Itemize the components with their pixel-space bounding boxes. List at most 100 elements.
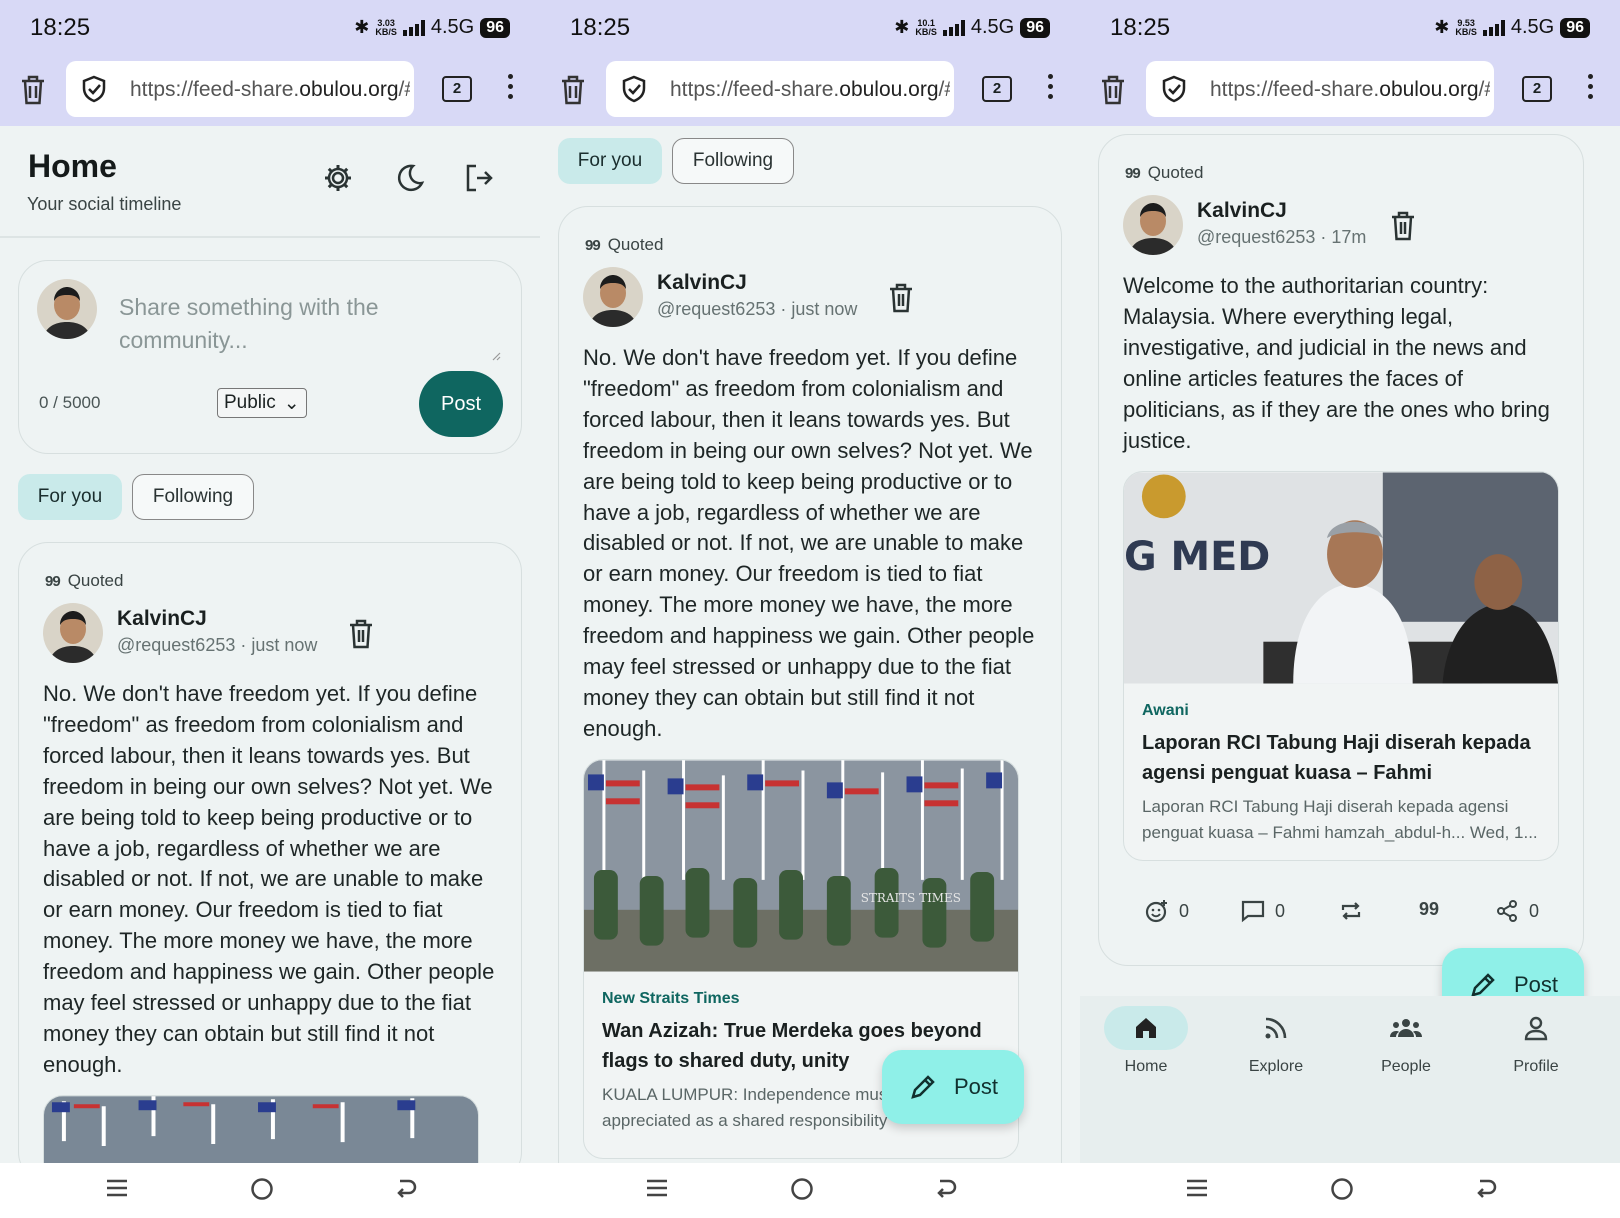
- logout-icon[interactable]: [463, 162, 495, 194]
- tab-following[interactable]: Following: [672, 138, 794, 184]
- nav-people[interactable]: People: [1356, 1006, 1456, 1076]
- overflow-menu-icon[interactable]: [508, 74, 514, 104]
- avatar[interactable]: [1123, 195, 1183, 255]
- home-circle-icon[interactable]: [790, 1177, 814, 1201]
- battery-icon: 96: [1020, 17, 1050, 38]
- system-navigation-bar: [540, 1163, 1080, 1218]
- tab-switcher-button[interactable]: 2: [442, 76, 472, 102]
- react-button[interactable]: 0: [1145, 899, 1189, 923]
- recent-apps-icon[interactable]: [1186, 1177, 1208, 1199]
- svg-text:STRAITS TIMES: STRAITS TIMES: [861, 891, 961, 905]
- page-subtitle: Your social timeline: [27, 194, 182, 214]
- profile-icon: [1524, 1016, 1548, 1041]
- network-type: 4.5G: [970, 16, 1015, 38]
- tab-switcher-button[interactable]: 2: [982, 76, 1012, 102]
- post-card: 99 Quoted KalvinCJ @request6253 · just no…: [558, 206, 1062, 1163]
- network-speed: 10.1 KB/S: [915, 17, 937, 37]
- visibility-select[interactable]: Public ⌄: [217, 388, 307, 418]
- tab-switcher-button[interactable]: 2: [1522, 76, 1552, 102]
- browser-toolbar: https://feed-share.obulou.org/# 2: [1080, 56, 1620, 126]
- three-screenshot-strip: 18:25 ✱ 3.03 KB/S 4.5G 96 https://feed-sh…: [0, 0, 1620, 1218]
- status-bar: 18:25 ✱ 10.1 KB/S 4.5G 96: [540, 0, 1080, 56]
- system-navigation-bar: [0, 1163, 540, 1218]
- battery-icon: 96: [480, 17, 510, 38]
- tab-following[interactable]: Following: [132, 474, 254, 520]
- url-text: https://feed-share.obulou.org/#: [1210, 78, 1490, 101]
- url-bar[interactable]: https://feed-share.obulou.org/#: [66, 61, 414, 117]
- post-text: No. We don't have freedom yet. If you de…: [43, 681, 495, 1077]
- post-composer: Share something with the community... 0 …: [18, 260, 522, 454]
- url-bar[interactable]: https://feed-share.obulou.org/#: [1146, 61, 1494, 117]
- avatar: [37, 279, 97, 339]
- shield-icon[interactable]: [80, 75, 108, 103]
- resize-grip-icon[interactable]: [491, 351, 501, 361]
- delete-icon[interactable]: [889, 283, 913, 313]
- quoted-indicator: 99 Quoted: [45, 571, 124, 590]
- author-meta: @request6253 · just now: [117, 635, 318, 655]
- network-type: 4.5G: [430, 16, 475, 38]
- battery-icon: 96: [1560, 17, 1590, 38]
- home-circle-icon[interactable]: [250, 1177, 274, 1201]
- composer-input[interactable]: Share something with the community...: [119, 291, 459, 357]
- back-icon[interactable]: [934, 1177, 958, 1201]
- tab-for-you[interactable]: For you: [18, 474, 122, 520]
- author-name[interactable]: KalvinCJ: [1197, 199, 1287, 223]
- chevron-down-icon: ⌄: [283, 392, 300, 414]
- back-icon[interactable]: [394, 1177, 418, 1201]
- quote-button[interactable]: 99: [1419, 899, 1439, 920]
- comment-icon: [1241, 900, 1265, 923]
- compose-fab[interactable]: Post: [882, 1050, 1024, 1124]
- home-header: Home Your social timeline: [0, 126, 540, 238]
- nav-explore[interactable]: Explore: [1226, 1006, 1326, 1076]
- people-icon: [1390, 1019, 1422, 1037]
- status-bar: 18:25 ✱ 3.03 KB/S 4.5G 96: [0, 0, 540, 56]
- trash-icon[interactable]: [560, 74, 586, 106]
- nav-profile[interactable]: Profile: [1486, 1006, 1586, 1076]
- repost-icon: [1341, 902, 1361, 920]
- link-description: KUALA LUMPUR: Independence must be appre…: [602, 1085, 916, 1130]
- overflow-menu-icon[interactable]: [1048, 74, 1054, 104]
- link-preview-card[interactable]: [43, 1095, 479, 1163]
- status-bar: 18:25 ✱ 9.53 KB/S 4.5G 96: [1080, 0, 1620, 56]
- avatar[interactable]: [583, 267, 643, 327]
- url-bar[interactable]: https://feed-share.obulou.org/#: [606, 61, 954, 117]
- dark-mode-moon-icon[interactable]: [393, 162, 425, 194]
- link-description: Laporan RCI Tabung Haji diserah kepada a…: [1142, 797, 1538, 842]
- delete-icon[interactable]: [1391, 211, 1415, 241]
- shield-icon[interactable]: [1160, 75, 1188, 103]
- comment-button[interactable]: 0: [1241, 899, 1285, 923]
- delete-icon[interactable]: [349, 619, 373, 649]
- link-source: Awani: [1142, 702, 1189, 719]
- post-card: 99 Quoted KalvinCJ @request6253 · just no…: [18, 542, 522, 1163]
- quoted-indicator: 99 Quoted: [585, 235, 664, 254]
- shield-icon[interactable]: [620, 75, 648, 103]
- bluetooth-icon: ✱: [894, 17, 910, 37]
- app-content: Home Your social timeline Share somethin…: [0, 126, 540, 1163]
- share-button[interactable]: 0: [1495, 899, 1539, 923]
- back-icon[interactable]: [1474, 1177, 1498, 1201]
- author-name[interactable]: KalvinCJ: [657, 271, 747, 295]
- recent-apps-icon[interactable]: [106, 1177, 128, 1199]
- recent-apps-icon[interactable]: [646, 1177, 668, 1199]
- link-preview-card[interactable]: G MED Awani Laporan RCI Tabung Haji dise…: [1123, 471, 1559, 861]
- url-text: https://feed-share.obulou.org/#: [670, 78, 950, 101]
- post-button[interactable]: Post: [419, 371, 503, 437]
- quote-icon: 99: [585, 236, 601, 254]
- home-circle-icon[interactable]: [1330, 1177, 1354, 1201]
- network-type: 4.5G: [1510, 16, 1555, 38]
- repost-button[interactable]: [1339, 899, 1363, 923]
- nav-home[interactable]: Home: [1096, 1006, 1196, 1076]
- overflow-menu-icon[interactable]: [1588, 74, 1594, 104]
- tab-for-you[interactable]: For you: [558, 138, 662, 184]
- app-content: 99 Quoted KalvinCJ @request6253 · 17m Wel…: [1080, 126, 1620, 1163]
- link-source: New Straits Times: [602, 990, 740, 1007]
- trash-icon[interactable]: [20, 74, 46, 106]
- status-time: 18:25: [570, 14, 631, 41]
- trash-icon[interactable]: [1100, 74, 1126, 106]
- author-name[interactable]: KalvinCJ: [117, 607, 207, 631]
- signal-icon: [402, 19, 425, 36]
- author-meta: @request6253 · 17m: [1197, 227, 1367, 247]
- avatar[interactable]: [43, 603, 103, 663]
- system-navigation-bar: [1080, 1163, 1620, 1218]
- gear-icon[interactable]: [322, 162, 354, 194]
